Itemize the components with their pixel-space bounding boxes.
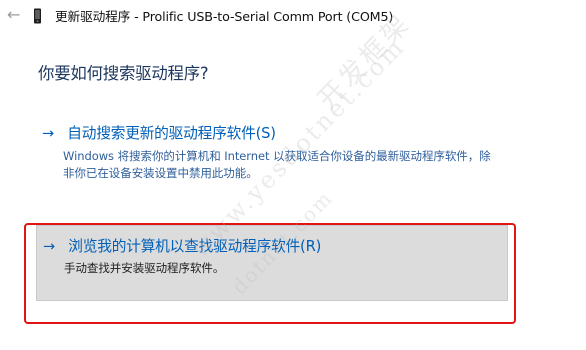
auto-search-label: 自动搜索更新的驱动程序软件(S) bbox=[67, 125, 276, 142]
title-bar: ← 更新驱动程序 - Prolific USB-to-Serial Comm P… bbox=[0, 0, 586, 36]
right-arrow-icon: → bbox=[43, 239, 56, 255]
auto-search-description-line-2: 非你已在设备安装设置中禁用此功能。 bbox=[63, 166, 258, 180]
window-title: 更新驱动程序 - Prolific USB-to-Serial Comm Por… bbox=[55, 9, 394, 24]
browse-computer-label: 浏览我的计算机以查找驱动程序软件(R) bbox=[68, 238, 322, 255]
browse-computer-option[interactable]: → 浏览我的计算机以查找驱动程序软件(R) 手动查找并安装驱动程序软件。 bbox=[36, 225, 508, 301]
back-arrow-icon[interactable]: ← bbox=[7, 7, 23, 23]
browse-title-row: → 浏览我的计算机以查找驱动程序软件(R) bbox=[43, 236, 321, 258]
browse-description: 手动查找并安装驱动程序软件。 bbox=[64, 261, 225, 275]
auto-search-title-row: → 自动搜索更新的驱动程序软件(S) bbox=[42, 123, 276, 145]
driver-update-window: ← 更新驱动程序 - Prolific USB-to-Serial Comm P… bbox=[0, 0, 586, 350]
right-arrow-icon: → bbox=[42, 126, 55, 142]
auto-search-description-line-1: Windows 将搜索你的计算机和 Internet 以获取适合你设备的最新驱动… bbox=[63, 149, 491, 163]
auto-search-option[interactable]: → 自动搜索更新的驱动程序软件(S) Windows 将搜索你的计算机和 Int… bbox=[36, 122, 546, 180]
device-icon bbox=[33, 8, 42, 24]
page-question: 你要如何搜索驱动程序? bbox=[38, 64, 209, 83]
